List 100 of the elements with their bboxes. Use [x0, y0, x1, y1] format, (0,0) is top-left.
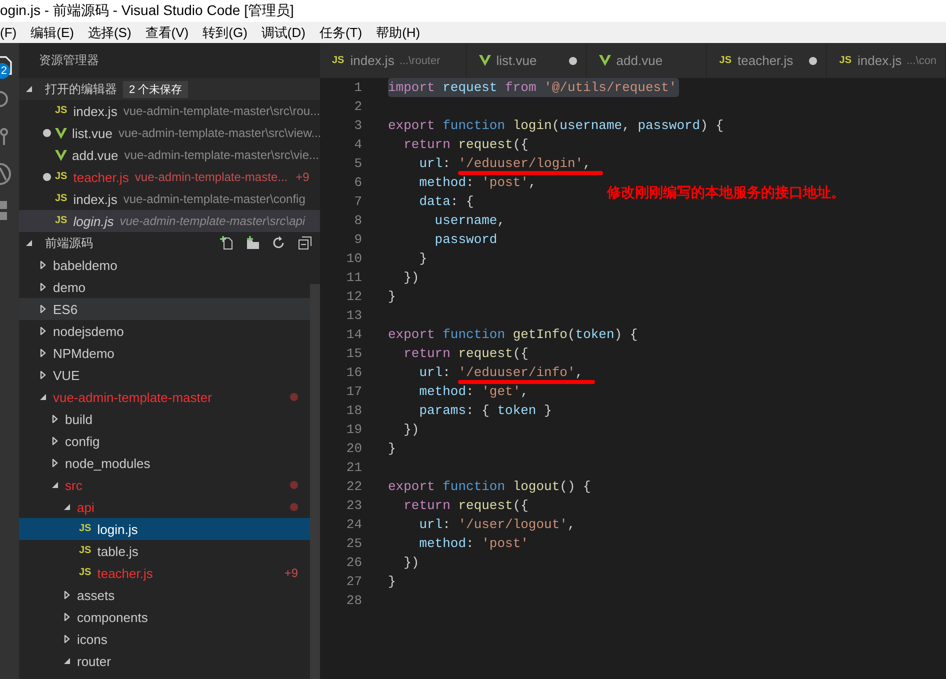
- line-number: 17: [345, 384, 362, 399]
- tree-item[interactable]: node_modules: [19, 452, 310, 474]
- open-editor-item[interactable]: JS login.js vue-admin-template-master\src\api: [19, 210, 320, 232]
- tree-item[interactable]: JS teacher.js +9: [19, 562, 310, 584]
- tree-item[interactable]: vue-admin-template-master: [19, 386, 310, 408]
- vue-file-icon: [479, 55, 492, 66]
- line-number: 21: [345, 460, 362, 475]
- file-path: vue-admin-template-master\src\vie...: [124, 148, 319, 162]
- tree-item[interactable]: JS login.js: [19, 518, 310, 540]
- line-number: 5: [353, 156, 362, 171]
- line-number: 7: [353, 194, 362, 209]
- js-file-icon: JS: [79, 546, 92, 556]
- editor-tab[interactable]: list.vue: [467, 43, 588, 78]
- js-file-icon: JS: [55, 172, 68, 182]
- files-icon: [0, 55, 12, 75]
- tree-item[interactable]: assets: [19, 584, 310, 606]
- code-line: }: [418, 250, 428, 268]
- code-line: params: { token }: [418, 402, 552, 420]
- js-file-icon: JS: [55, 194, 68, 204]
- open-editor-item[interactable]: JS index.js vue-admin-template-master\config: [19, 188, 320, 210]
- line-number: 26: [345, 555, 362, 570]
- menu-item[interactable]: 调试(D): [261, 24, 306, 42]
- tab-path: ...\router: [399, 54, 440, 66]
- menu-item[interactable]: (F): [0, 25, 17, 40]
- line-number: 28: [345, 593, 362, 608]
- section-header[interactable]: 打开的编辑器 2 个未保存: [19, 78, 320, 100]
- open-editor-item[interactable]: list.vue vue-admin-template-master\src\view...: [19, 122, 320, 144]
- section-title: 打开的编辑器: [45, 80, 117, 98]
- line-number: 3: [353, 118, 362, 133]
- code-line: method: 'post': [418, 535, 528, 553]
- code-line: }: [388, 440, 396, 458]
- line-number: 10: [345, 251, 362, 266]
- menu-item[interactable]: 任务(T): [319, 24, 362, 42]
- tree-item[interactable]: config: [19, 430, 310, 452]
- tree-item[interactable]: NPMdemo: [19, 342, 310, 364]
- tree-item[interactable]: babeldemo: [19, 254, 310, 276]
- code-line: password: [434, 231, 498, 249]
- editor-tab[interactable]: add.vue: [587, 43, 708, 78]
- code-line: export function logout() {: [388, 478, 591, 496]
- js-file-icon: JS: [55, 106, 68, 116]
- code-line: export function login(username, password) {: [388, 117, 724, 135]
- section-header[interactable]: 前端源码: [19, 232, 320, 254]
- open-editor-item[interactable]: JS index.js vue-admin-template-master\src\rou...: [19, 100, 320, 122]
- code-line: return request({: [402, 345, 528, 363]
- line-number: 24: [345, 517, 362, 532]
- menu-item[interactable]: 转到(G): [202, 24, 248, 42]
- code-line: username,: [434, 212, 506, 230]
- line-number: 8: [353, 213, 362, 228]
- menu-item[interactable]: 帮助(H): [376, 24, 420, 42]
- modified-dot-icon: [290, 503, 298, 511]
- code-line: method: 'post',: [418, 174, 536, 192]
- menu-item[interactable]: 编辑(E): [30, 24, 74, 42]
- tree-item[interactable]: icons: [19, 628, 310, 650]
- section-title: 前端源码: [45, 234, 93, 252]
- line-number: 4: [353, 137, 362, 152]
- code-line: }: [388, 573, 396, 591]
- line-number: 20: [345, 441, 362, 456]
- new-file-icon: [220, 236, 234, 250]
- tree-item[interactable]: demo: [19, 276, 310, 298]
- code-line: data: {: [418, 193, 474, 211]
- open-editor-item[interactable]: JS teacher.js vue-admin-template-maste... +9: [19, 166, 320, 188]
- editor-tab[interactable]: JS teacher.js: [707, 43, 828, 78]
- code-line: }): [402, 269, 420, 287]
- tree-item[interactable]: components: [19, 606, 310, 628]
- line-number: 12: [345, 289, 362, 304]
- code-line: return request({: [402, 497, 528, 515]
- menu-item[interactable]: 选择(S): [88, 24, 132, 42]
- tree-item[interactable]: nodejsdemo: [19, 320, 310, 342]
- js-file-icon: JS: [839, 56, 852, 66]
- code-line: }): [402, 554, 420, 572]
- tree-item[interactable]: build: [19, 408, 310, 430]
- vue-file-icon: [55, 128, 67, 138]
- code-line: url: '/eduuser/login',: [388, 154, 591, 173]
- code-line: }: [388, 288, 396, 306]
- js-file-icon: JS: [55, 216, 68, 226]
- file-path: vue-admin-template-master\config: [123, 192, 306, 206]
- editor-tab[interactable]: JS index.js ...\router: [320, 43, 468, 78]
- line-number: 6: [353, 175, 362, 190]
- editor-tab[interactable]: JS index.js ...\con: [827, 43, 946, 78]
- file-path: vue-admin-template-master\src\api: [120, 214, 306, 228]
- tree-item[interactable]: VUE: [19, 364, 310, 386]
- line-number: 13: [345, 308, 362, 323]
- js-file-icon: JS: [332, 56, 344, 66]
- tree-item[interactable]: src: [19, 474, 310, 496]
- modified-dot-icon: [290, 393, 298, 401]
- open-editor-item[interactable]: add.vue vue-admin-template-master\src\vie...: [19, 144, 320, 166]
- tree-item[interactable]: api: [19, 496, 310, 518]
- tree-item[interactable]: ES6: [19, 298, 310, 320]
- window-title: ogin.js - 前端源码 - Visual Studio Code [管理员]: [0, 2, 294, 20]
- tree-item[interactable]: router: [19, 650, 310, 672]
- file-path: vue-admin-template-master\src\rou...: [123, 104, 320, 118]
- vue-file-icon: [599, 55, 612, 66]
- notification-badge: 2: [0, 63, 10, 79]
- line-number: 27: [345, 574, 362, 589]
- line-number: 1: [353, 80, 362, 95]
- tree-item[interactable]: JS table.js: [19, 540, 310, 562]
- menu-item[interactable]: 查看(V): [145, 24, 189, 42]
- annotation-text: 修改刚刚编写的本地服务的接口地址。: [607, 184, 845, 202]
- unsaved-badge: 2 个未保存: [123, 80, 188, 98]
- scrollbar[interactable]: [310, 284, 320, 679]
